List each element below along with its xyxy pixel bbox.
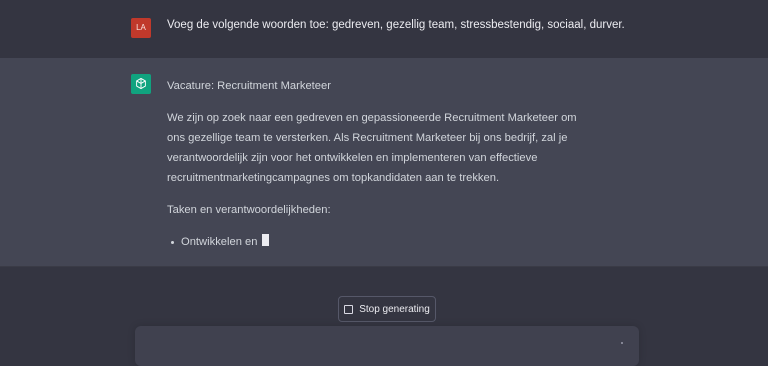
section-heading: Taken en verantwoordelijkheden: — [167, 204, 331, 216]
assistant-message-content: Vacature: Recruitment Marketeer We zijn … — [167, 76, 587, 252]
stop-square-icon — [344, 304, 354, 314]
bullet-text: Ontwikkelen en — [181, 236, 258, 248]
bullet-dot-icon — [171, 241, 174, 244]
vacancy-title: Vacature: Recruitment Marketeer — [167, 80, 331, 92]
bullet-item: Ontwikkelen en — [167, 232, 587, 252]
user-avatar: LA — [131, 18, 151, 38]
stop-generating-button[interactable]: Stop generating — [338, 296, 436, 322]
openai-logo-icon — [131, 74, 151, 94]
user-message-text: Voeg de volgende woorden toe: gedreven, … — [167, 19, 625, 31]
assistant-message-row: Vacature: Recruitment Marketeer We zijn … — [0, 58, 768, 267]
vacancy-paragraph: We zijn op zoek naar een gedreven en gep… — [167, 112, 577, 184]
typing-cursor-icon — [261, 234, 269, 246]
stop-generating-label: Stop generating — [359, 303, 430, 315]
user-message-row: LA Voeg de volgende woorden toe: gedreve… — [0, 0, 768, 59]
message-input[interactable] — [135, 326, 639, 366]
send-indicator-icon — [621, 342, 623, 344]
